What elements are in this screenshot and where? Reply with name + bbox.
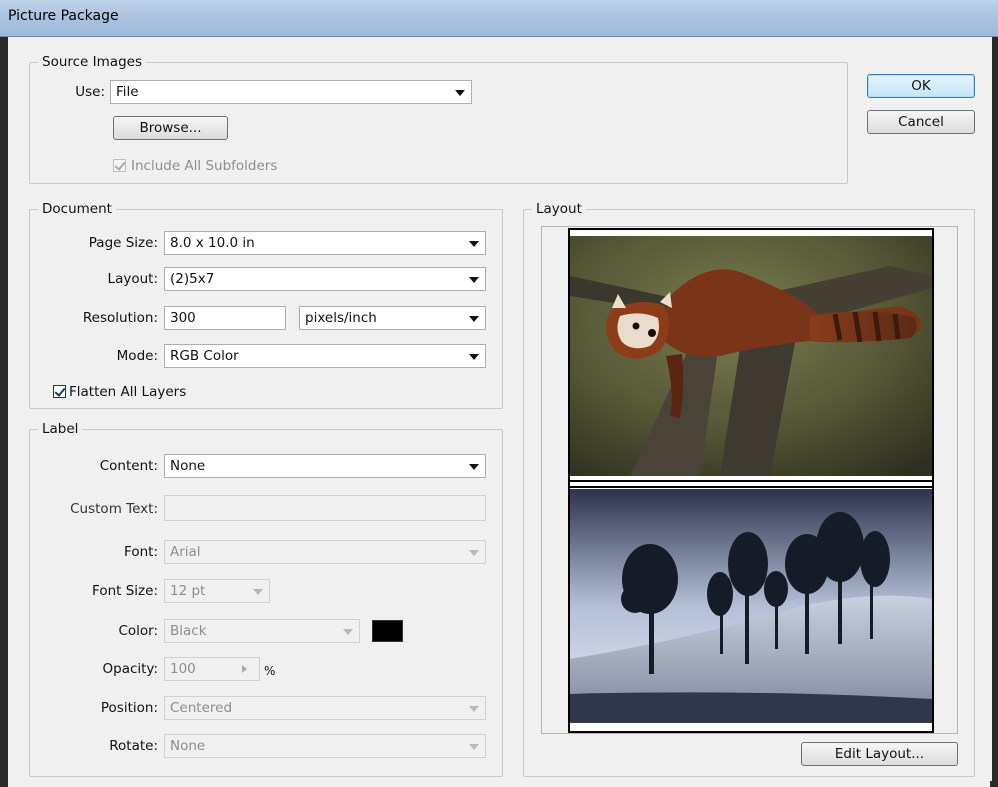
resolution-input[interactable]: 300	[164, 306, 286, 330]
include-subfolders-label: Include All Subfolders	[131, 158, 278, 174]
title-bar[interactable]: Picture Package	[0, 0, 998, 37]
page-size-value: 8.0 x 10.0 in	[170, 235, 255, 251]
position-dropdown[interactable]: Centered	[164, 696, 486, 720]
chevron-down-icon	[469, 277, 479, 283]
chevron-down-icon	[469, 706, 479, 712]
edit-layout-button[interactable]: Edit Layout...	[801, 742, 958, 766]
resolution-label: Resolution:	[82, 310, 158, 326]
label-legend: Label	[42, 421, 79, 437]
trees-on-hill-photo[interactable]	[570, 489, 932, 723]
opacity-input[interactable]: 100	[164, 657, 260, 681]
use-label: Use:	[75, 84, 105, 100]
font-dropdown[interactable]: Arial	[164, 540, 486, 564]
rotate-label: Rotate:	[109, 738, 158, 754]
photo-divider	[570, 480, 932, 482]
trees-image	[570, 489, 932, 723]
window-title: Picture Package	[8, 8, 119, 24]
chevron-down-icon	[469, 354, 479, 360]
document-legend: Document	[42, 201, 112, 217]
custom-text-input[interactable]	[164, 495, 486, 521]
resolution-value: 300	[170, 310, 196, 326]
font-size-dropdown[interactable]: 12 pt	[164, 579, 270, 603]
browse-button[interactable]: Browse...	[113, 116, 228, 140]
chevron-down-icon	[469, 464, 479, 470]
chevron-down-icon	[343, 629, 353, 635]
chevron-down-icon	[469, 316, 479, 322]
layout-dropdown[interactable]: (2)5x7	[164, 267, 486, 291]
chevron-down-icon	[455, 90, 465, 96]
font-label: Font:	[124, 544, 158, 560]
color-label: Color:	[118, 623, 158, 639]
chevron-right-icon[interactable]	[242, 665, 247, 673]
page-size-dropdown[interactable]: 8.0 x 10.0 in	[164, 231, 486, 255]
chevron-down-icon	[469, 241, 479, 247]
rotate-dropdown[interactable]: None	[164, 734, 486, 758]
mode-dropdown[interactable]: RGB Color	[164, 344, 486, 368]
opacity-label: Opacity:	[102, 661, 159, 677]
layout-legend: Layout	[536, 201, 582, 217]
page-size-label: Page Size:	[88, 235, 158, 251]
source-images-legend: Source Images	[42, 54, 142, 70]
picture-package-dialog: Picture Package Source Images Use: File …	[0, 0, 998, 787]
resolution-unit-value: pixels/inch	[305, 310, 377, 326]
rotate-value: None	[170, 738, 206, 754]
red-panda-photo[interactable]	[570, 236, 932, 476]
use-dropdown[interactable]: File	[110, 80, 472, 104]
mode-label: Mode:	[116, 348, 158, 364]
position-label: Position:	[100, 700, 158, 716]
flatten-layers-label: Flatten All Layers	[69, 384, 187, 400]
flatten-layers-checkbox[interactable]	[53, 385, 66, 398]
layout-preview-page	[568, 228, 934, 733]
font-value: Arial	[170, 544, 201, 560]
mode-value: RGB Color	[170, 348, 239, 364]
content-value: None	[170, 458, 206, 474]
font-size-value: 12 pt	[170, 583, 206, 599]
content-label: Content:	[99, 458, 158, 474]
chevron-down-icon	[253, 589, 263, 595]
color-value: Black	[170, 623, 207, 639]
opacity-value: 100	[170, 661, 196, 677]
opacity-unit: %	[264, 664, 276, 678]
window-border-left	[0, 37, 8, 787]
color-dropdown[interactable]: Black	[164, 619, 360, 643]
position-value: Centered	[170, 700, 233, 716]
chevron-down-icon	[469, 550, 479, 556]
layout-value: (2)5x7	[170, 271, 215, 287]
color-swatch[interactable]	[372, 620, 403, 642]
content-dropdown[interactable]: None	[164, 454, 486, 478]
use-value: File	[116, 84, 139, 100]
red-panda-image	[570, 236, 932, 476]
resolution-unit-dropdown[interactable]: pixels/inch	[299, 306, 486, 330]
checkmark-icon	[54, 385, 66, 397]
ok-button[interactable]: OK	[867, 74, 975, 98]
include-subfolders-checkbox[interactable]	[113, 159, 126, 172]
chevron-down-icon	[469, 744, 479, 750]
custom-text-label: Custom Text:	[70, 501, 158, 517]
layout-label: Layout:	[107, 271, 158, 287]
photo-divider	[570, 486, 932, 488]
checkmark-icon	[114, 159, 126, 171]
cancel-button[interactable]: Cancel	[867, 110, 975, 134]
font-size-label: Font Size:	[92, 583, 158, 599]
